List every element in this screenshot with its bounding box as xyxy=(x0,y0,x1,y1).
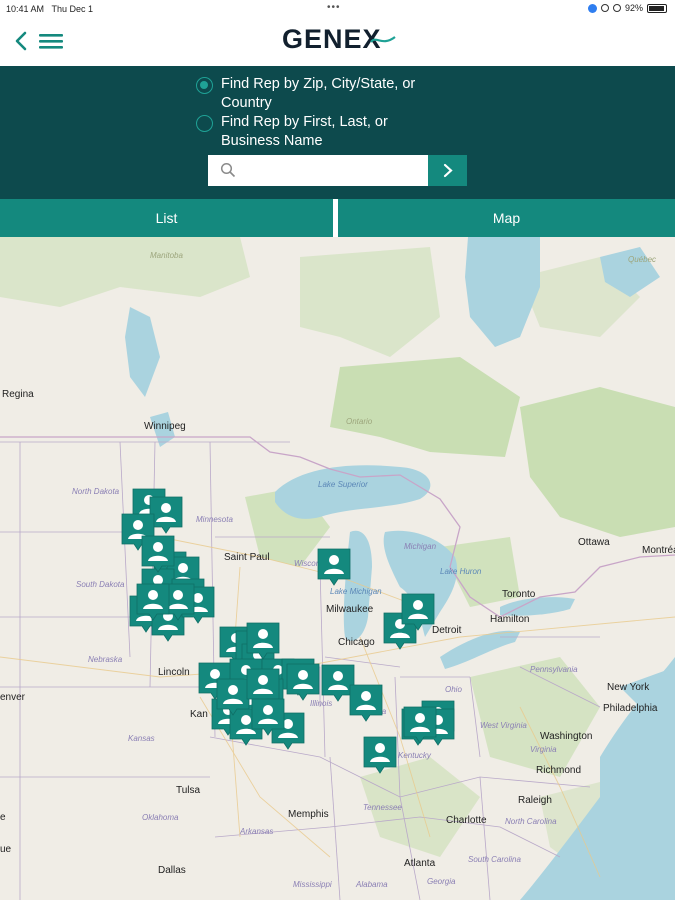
search-panel: Find Rep by Zip, City/State, or Country … xyxy=(0,66,675,199)
battery-icon xyxy=(647,3,667,13)
status-time: 10:41 AM Thu Dec 1 xyxy=(6,4,94,14)
map-label-saint-paul: Saint Paul xyxy=(224,552,270,563)
map-label-pennsylvania: Pennsylvania xyxy=(530,665,578,674)
map-label-virginia: Virginia xyxy=(530,745,557,754)
map-label-ottawa: Ottawa xyxy=(578,537,610,548)
search-option-location[interactable]: Find Rep by Zip, City/State, or Country xyxy=(196,75,421,113)
radio-name[interactable] xyxy=(196,115,213,132)
map-label-kansas-city: Kan xyxy=(190,709,208,720)
rep-location-pin-icon[interactable] xyxy=(250,697,286,737)
map-label-milwaukee: Milwaukee xyxy=(326,604,374,615)
location-icon xyxy=(587,3,597,13)
map-label-nebraska: Nebraska xyxy=(88,655,123,664)
genex-logo: GENEX xyxy=(282,24,382,54)
rep-location-pin-icon[interactable] xyxy=(400,592,436,632)
map-label-north-dakota: North Dakota xyxy=(72,487,120,496)
map-label-detroit: Detroit xyxy=(432,625,462,636)
map-label-lake-michigan: Lake Michigan xyxy=(330,587,382,596)
map-label-tulsa: Tulsa xyxy=(176,785,201,796)
wifi-icon xyxy=(600,4,609,12)
map-label-ue: ue xyxy=(0,844,12,855)
logo-swoosh-icon xyxy=(370,36,396,43)
battery-percent: 92% xyxy=(624,3,643,13)
map-label-mississippi: Mississippi xyxy=(293,880,332,889)
map-label-richmond: Richmond xyxy=(536,765,582,776)
chevron-right-icon xyxy=(443,163,453,178)
map-label-hamilton: Hamilton xyxy=(490,614,530,625)
map-label-ohio: Ohio xyxy=(445,685,462,694)
chevron-left-icon[interactable] xyxy=(12,30,30,52)
map-label-north-carolina: North Carolina xyxy=(505,817,557,826)
rep-location-pin-icon[interactable] xyxy=(135,582,171,622)
map-label-toronto: Toronto xyxy=(502,589,536,600)
map-label-michigan: Michigan xyxy=(404,542,437,551)
hamburger-menu-icon[interactable] xyxy=(38,31,64,51)
map-label-dallas: Dallas xyxy=(158,865,186,876)
map-label-denver: enver xyxy=(0,692,26,703)
rep-location-pin-icon[interactable] xyxy=(362,735,398,775)
radio-location-label: Find Rep by Zip, City/State, or Country xyxy=(221,76,416,111)
status-bar: 10:41 AM Thu Dec 1 ••• 92% xyxy=(0,0,675,18)
nav-bar: GENEX xyxy=(0,18,675,66)
map-label-tennessee: Tennessee xyxy=(363,803,402,812)
search-option-name[interactable]: Find Rep by First, Last, or Business Nam… xyxy=(196,113,421,151)
map-label-ontario: Ontario xyxy=(346,417,373,426)
map-label-south-carolina: South Carolina xyxy=(468,855,521,864)
rep-location-pin-icon[interactable] xyxy=(316,547,352,587)
search-box xyxy=(208,155,428,186)
map-label-montreal: Montréa xyxy=(642,545,675,556)
map-label-west-virginia: West Virginia xyxy=(480,721,527,730)
map-label-lincoln: Lincoln xyxy=(158,667,190,678)
map-label-charlotte: Charlotte xyxy=(446,815,487,826)
map-label-washington: Washington xyxy=(540,731,593,742)
search-go-button[interactable] xyxy=(428,155,467,186)
radio-location[interactable] xyxy=(196,77,213,94)
map-view[interactable]: Manitoba Ontario Québec Regina Winnipeg Lake … xyxy=(0,237,675,900)
map-label-georgia: Georgia xyxy=(427,877,456,886)
map-label-arkansas: Arkansas xyxy=(240,827,274,836)
radio-name-label: Find Rep by First, Last, or Business Nam… xyxy=(221,114,388,149)
rep-location-pin-icon[interactable] xyxy=(140,534,176,574)
status-icons: 92% xyxy=(587,3,667,13)
map-label-chicago: Chicago xyxy=(338,637,375,648)
rep-location-pin-icon[interactable] xyxy=(402,705,438,745)
search-icon xyxy=(220,162,236,178)
map-label-south-dakota: South Dakota xyxy=(76,580,125,589)
map-label-alabama: Alabama xyxy=(356,880,388,889)
multitask-dots[interactable]: ••• xyxy=(327,2,341,13)
map-label-lake-superior: Lake Superior xyxy=(318,480,368,489)
tab-map[interactable]: Map xyxy=(338,199,675,237)
map-label-lake-huron: Lake Huron xyxy=(440,567,482,576)
search-input[interactable] xyxy=(238,155,424,186)
map-label-memphis: Memphis xyxy=(288,809,329,820)
map-label-kansas: Kansas xyxy=(128,734,155,743)
map-label-atlanta: Atlanta xyxy=(404,858,436,869)
map-label-philadelphia: Philadelphia xyxy=(603,703,658,714)
map-label-quebec: Québec xyxy=(628,255,657,264)
map-label-raleigh: Raleigh xyxy=(518,795,552,806)
map-label-manitoba: Manitoba xyxy=(150,251,183,260)
map-label-kentucky: Kentucky xyxy=(398,751,431,760)
rep-location-pin-icon[interactable] xyxy=(348,683,384,723)
map-label-e: e xyxy=(0,812,6,823)
map-label-winnipeg: Winnipeg xyxy=(144,421,186,432)
tab-list[interactable]: List xyxy=(0,199,333,237)
map-label-oklahoma: Oklahoma xyxy=(142,813,179,822)
map-label-new-york: New York xyxy=(607,682,650,693)
map-label-regina: Regina xyxy=(2,389,34,400)
orientation-lock-icon xyxy=(612,4,621,12)
rep-location-pin-icon[interactable] xyxy=(285,662,321,702)
map-label-minnesota: Minnesota xyxy=(196,515,233,524)
rep-location-pin-icon[interactable] xyxy=(245,621,281,661)
